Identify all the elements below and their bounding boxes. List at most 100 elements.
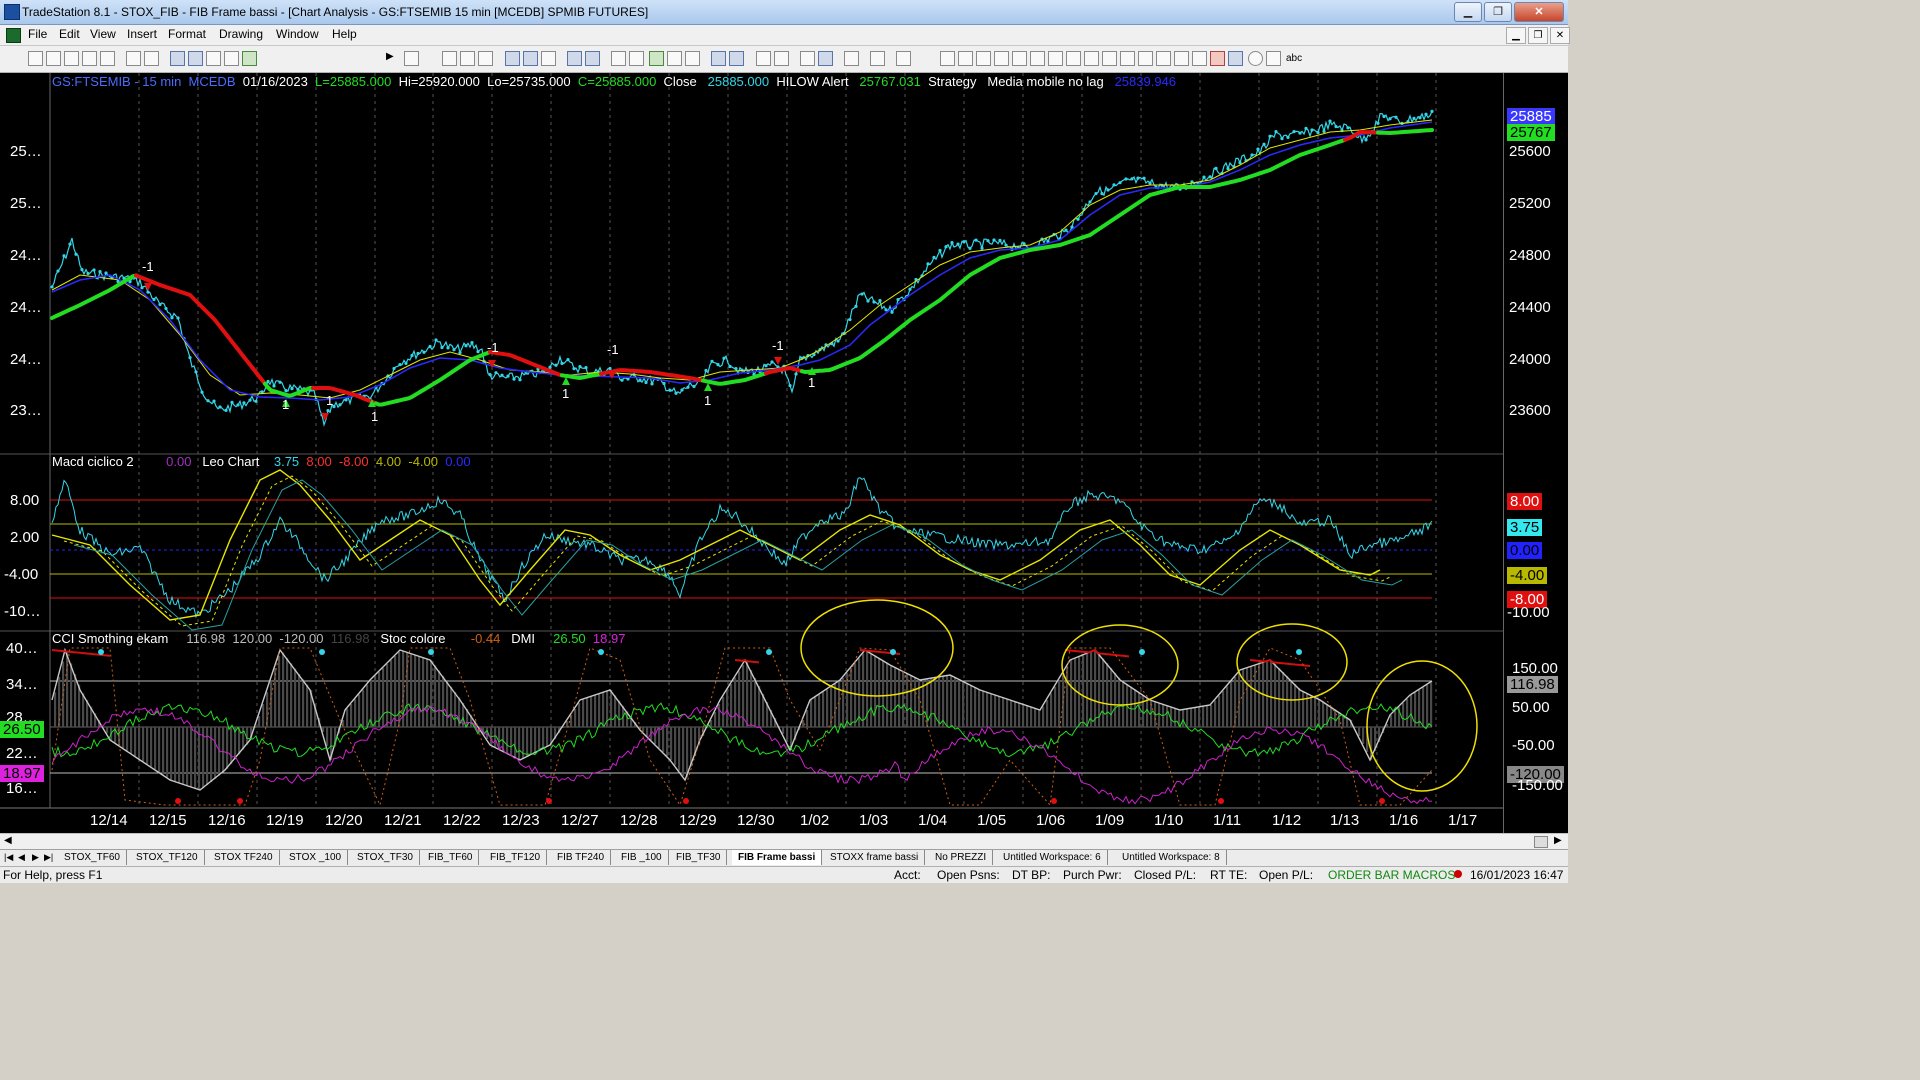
print-preview-icon[interactable] [144,51,159,66]
tab-untitled-workspace-8[interactable]: Untitled Workspace: 8 [1116,850,1227,865]
menu-format[interactable]: Format [168,27,206,41]
tab-fib-tf30[interactable]: FIB_TF30 [670,850,728,865]
layers-icon[interactable] [541,51,556,66]
format-icon[interactable] [611,51,626,66]
menu-insert[interactable]: Insert [127,27,157,41]
price-scale[interactable] [1503,73,1569,833]
tab-stox-tf60[interactable]: STOX_TF60 [58,850,127,865]
bar-type-icon[interactable] [685,51,700,66]
data-window-icon[interactable] [667,51,682,66]
tab-nav-prev-icon[interactable]: ◀ [18,852,25,863]
regression-icon[interactable] [1012,51,1027,66]
menu-window[interactable]: Window [276,27,319,41]
menu-drawing[interactable]: Drawing [219,27,263,41]
zoom-search-icon[interactable] [404,51,419,66]
zoom-in-icon[interactable] [756,51,771,66]
ellipse-icon[interactable] [1248,51,1263,66]
tab-no-prezzi[interactable]: No PREZZI [929,850,994,865]
crosshair-icon[interactable] [818,51,833,66]
trendline-icon[interactable] [940,51,955,66]
fib-retracement-icon[interactable] [994,51,1009,66]
tab-fib-100[interactable]: FIB _100 [615,850,669,865]
menu-view[interactable]: View [90,27,116,41]
globe-icon[interactable] [242,51,257,66]
tab-stox-tf240[interactable]: STOX TF240 [208,850,280,865]
andrews-pitchfork-icon[interactable] [1030,51,1045,66]
print-icon[interactable] [126,51,141,66]
tab-nav-next-icon[interactable]: ▶ [32,852,39,863]
save-icon[interactable] [64,51,79,66]
parallel-lines-icon[interactable] [1138,51,1153,66]
compress-icon[interactable] [711,51,726,66]
window-icon[interactable] [170,51,185,66]
tab-untitled-workspace-6[interactable]: Untitled Workspace: 6 [997,850,1108,865]
tab-stoxx-frame-bassi[interactable]: STOXX frame bassi [824,850,926,865]
arrow-down-icon[interactable] [1210,51,1225,66]
open-icon[interactable] [46,51,61,66]
menu-help[interactable]: Help [332,27,357,41]
chart-grid-icon[interactable] [478,51,493,66]
horizontal-line-icon[interactable] [976,51,991,66]
maximize-button[interactable]: ❐ [1484,2,1512,22]
arc-icon[interactable] [1156,51,1171,66]
tab-fib-frame-bassi[interactable]: FIB Frame bassi [732,850,823,865]
scroll-thumb[interactable] [1534,836,1548,848]
window-tile-icon[interactable] [567,51,582,66]
tab-stox-tf30[interactable]: STOX_TF30 [351,850,420,865]
tab-stox-tf120[interactable]: STOX_TF120 [130,850,205,865]
zoom-out-icon[interactable] [774,51,789,66]
rectangle-icon[interactable] [1266,51,1281,66]
tab-fib-tf120[interactable]: FIB_TF120 [484,850,548,865]
tab-nav-last-icon[interactable]: ▶| [44,852,53,863]
link-icon[interactable] [505,51,520,66]
window-cascade-icon[interactable] [585,51,600,66]
drawing-object-icon[interactable] [896,51,911,66]
minimize-button[interactable]: ▁ [1454,2,1482,22]
mdi-minimize-button[interactable]: ▁ [1506,27,1526,44]
chart-plot[interactable] [0,73,1568,833]
speed-lines-icon[interactable] [1066,51,1081,66]
close-button[interactable]: ✕ [1514,2,1564,22]
horizontal-scrollbar[interactable]: ◀ ▶ [0,833,1568,849]
mdi-close-button[interactable]: ✕ [1550,27,1570,44]
scroll-right-icon[interactable]: ▶ [1554,835,1562,846]
gann-fan-icon[interactable] [1048,51,1063,66]
mdi-restore-button[interactable]: ❐ [1528,27,1548,44]
menu-file[interactable]: File [28,27,47,41]
workspace-icon[interactable] [188,51,203,66]
chart-bars-icon[interactable] [442,51,457,66]
indicator-icon[interactable] [629,51,644,66]
tab-fib-tf60[interactable]: FIB_TF60 [422,850,480,865]
curve-icon[interactable] [1192,51,1207,66]
chart-area[interactable] [0,73,1568,833]
copy-icon[interactable] [82,51,97,66]
arrow-up-icon[interactable] [1228,51,1243,66]
chart-lines-icon[interactable] [460,51,475,66]
go-arrow-icon[interactable]: ▶ [386,51,399,64]
price-dot [440,345,444,350]
menu-edit[interactable]: Edit [59,27,80,41]
cci-histogram-bar [1214,700,1217,727]
expand-icon[interactable] [729,51,744,66]
pencil-icon[interactable] [1174,51,1189,66]
strategy-icon[interactable] [649,51,664,66]
lock-icon[interactable] [206,51,221,66]
vertical-line-icon[interactable] [958,51,973,66]
tab-fib-tf240[interactable]: FIB TF240 [551,850,612,865]
sync-icon[interactable] [523,51,538,66]
folder-icon[interactable] [100,51,115,66]
hilow-line [1376,128,1434,136]
tools-icon[interactable] [844,51,859,66]
new-icon[interactable] [28,51,43,66]
channel-icon[interactable] [1084,51,1099,66]
pointer-icon[interactable] [800,51,815,66]
tab-stox-100[interactable]: STOX _100 [283,850,349,865]
tab-nav-first-icon[interactable]: |◀ [4,852,13,863]
scroll-left-icon[interactable]: ◀ [4,835,12,846]
text-tool-icon[interactable]: abc [1286,53,1302,64]
properties-icon[interactable] [224,51,239,66]
arrow-both-icon[interactable] [1120,51,1135,66]
status-order-bar-macros[interactable]: ORDER BAR MACROS [1328,868,1455,882]
ray-icon[interactable] [1102,51,1117,66]
alert-icon[interactable] [870,51,885,66]
